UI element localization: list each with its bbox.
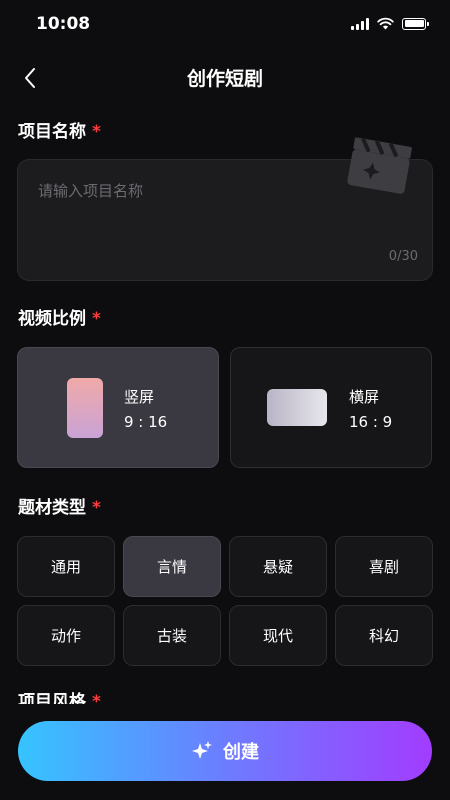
genre-chip[interactable]: 古装 bbox=[123, 605, 221, 666]
genre-label: 题材类型 * bbox=[18, 493, 101, 518]
genre-chip[interactable]: 悬疑 bbox=[229, 536, 327, 597]
ratio-name: 横屏 bbox=[349, 388, 380, 406]
character-counter: 0/30 bbox=[388, 249, 418, 264]
project-name-label: 项目名称 * bbox=[18, 117, 101, 142]
create-button-label: 创建 bbox=[223, 742, 259, 763]
sparkle-icon bbox=[192, 741, 212, 759]
ratio-name: 竖屏 bbox=[124, 388, 155, 406]
genre-chip[interactable]: 动作 bbox=[17, 605, 115, 666]
genre-chip[interactable]: 言情 bbox=[123, 536, 221, 597]
create-button[interactable]: 创建 bbox=[18, 721, 432, 781]
ratio-value: 9 : 16 bbox=[124, 413, 168, 431]
page-title: 创作短剧 bbox=[186, 68, 263, 90]
battery-icon bbox=[402, 17, 429, 30]
nav-bar: 创作短剧 bbox=[0, 56, 450, 100]
required-mark: * bbox=[92, 122, 101, 142]
required-mark: * bbox=[92, 498, 101, 518]
landscape-thumbnail bbox=[267, 389, 327, 426]
status-time: 10:08 bbox=[36, 14, 91, 34]
genre-chip[interactable]: 通用 bbox=[17, 536, 115, 597]
ratio-option-landscape[interactable]: 横屏 16 : 9 bbox=[230, 347, 432, 468]
aspect-ratio-label-text: 视频比例 bbox=[18, 309, 86, 329]
signal-icon bbox=[351, 17, 369, 30]
genre-chip[interactable]: 现代 bbox=[229, 605, 327, 666]
portrait-thumbnail bbox=[67, 378, 103, 438]
ratio-value: 16 : 9 bbox=[349, 413, 393, 431]
project-name-input[interactable] bbox=[36, 178, 360, 204]
required-mark: * bbox=[92, 309, 101, 329]
genre-label-text: 题材类型 bbox=[18, 498, 86, 518]
wifi-icon bbox=[377, 17, 394, 30]
clapperboard-icon bbox=[347, 137, 412, 194]
aspect-ratio-label: 视频比例 * bbox=[18, 304, 101, 329]
ratio-option-portrait[interactable]: 竖屏 9 : 16 bbox=[17, 347, 219, 468]
genre-chip[interactable]: 喜剧 bbox=[335, 536, 433, 597]
status-icons bbox=[351, 17, 429, 30]
genre-chip[interactable]: 科幻 bbox=[335, 605, 433, 666]
status-bar: 10:08 bbox=[0, 0, 450, 50]
project-name-label-text: 项目名称 bbox=[18, 122, 86, 142]
